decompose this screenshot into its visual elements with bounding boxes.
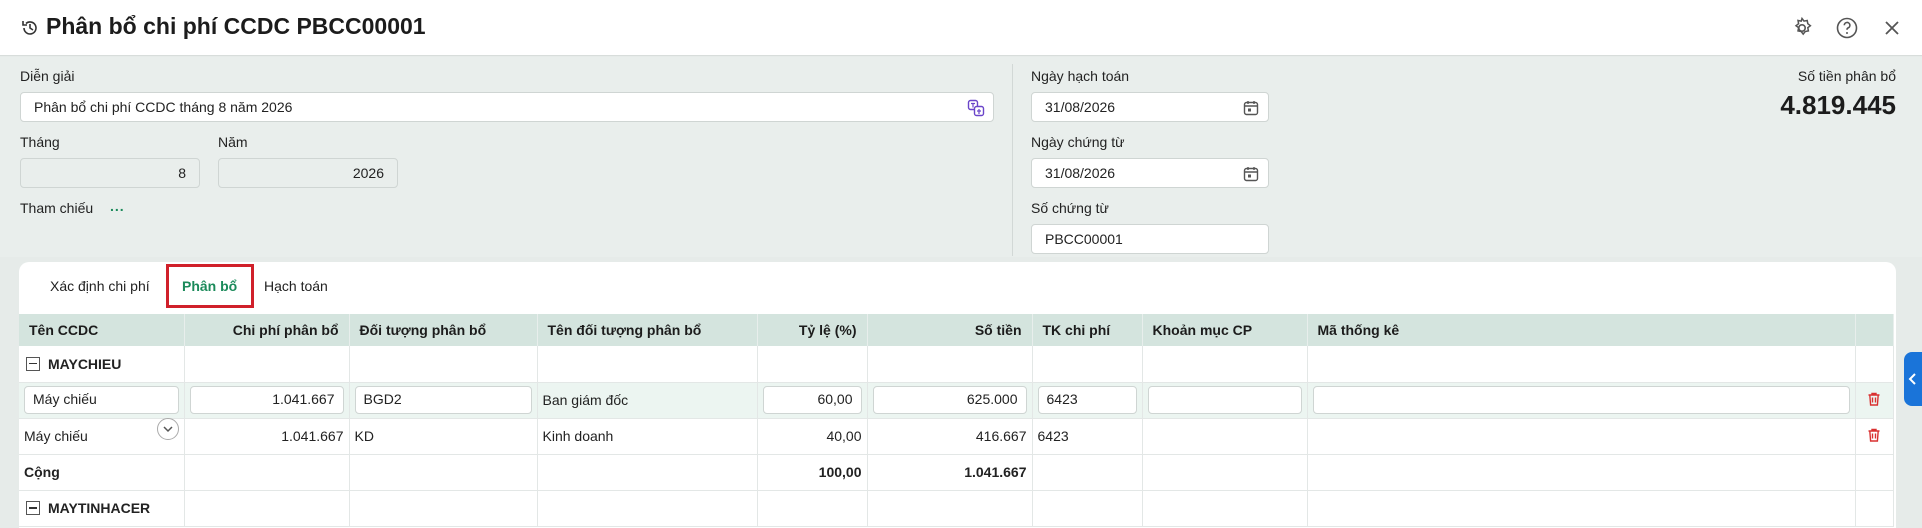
collapse-icon[interactable] <box>26 356 40 371</box>
col-header-actions <box>1855 314 1894 346</box>
posting-date-label: Ngày hạch toán <box>1031 68 1130 84</box>
col-header-allocation-object[interactable]: Đối tượng phân bổ <box>349 314 538 346</box>
side-panel-toggle[interactable] <box>1904 352 1922 406</box>
year-label: Năm <box>218 134 248 150</box>
col-header-object-name[interactable]: Tên đối tượng phân bổ <box>537 314 758 346</box>
tool-name-input[interactable]: Máy chiếu <box>24 386 179 414</box>
col-header-stat-code[interactable]: Mã thống kê <box>1307 314 1856 346</box>
voucher-no-label: Số chứng từ <box>1031 200 1109 216</box>
calendar-icon[interactable] <box>1242 99 1260 117</box>
history-icon <box>22 21 37 35</box>
group-name: MAYCHIEU <box>48 355 122 372</box>
group-row: MAYCHIEU <box>19 346 1894 383</box>
col-header-cost-item[interactable]: Khoản mục CP <box>1142 314 1308 346</box>
reference-label: Tham chiếu <box>20 200 94 216</box>
allocation-panel: Xác định chi phí Phân bổ Hạch toán Tên C… <box>19 262 1896 528</box>
amount-cell: 416.667 <box>867 418 1033 455</box>
help-icon[interactable] <box>1835 16 1859 40</box>
row-dropdown-toggle[interactable] <box>157 418 179 440</box>
year-value: 2026 <box>352 165 384 181</box>
month-value: 8 <box>178 165 186 181</box>
col-header-expense-account[interactable]: TK chi phí <box>1032 314 1143 346</box>
tab-accounting[interactable]: Hạch toán <box>264 278 328 294</box>
allocation-object-input[interactable]: BGD2 <box>354 386 532 414</box>
group-cell: MAYTINHACER <box>19 490 185 527</box>
stat-code-cell <box>1307 418 1856 455</box>
tab-bar: Xác định chi phí Phân bổ Hạch toán <box>19 262 1896 314</box>
close-icon[interactable] <box>1880 16 1904 40</box>
description-value: Phân bổ chi phí CCDC tháng 8 năm 2026 <box>34 99 293 115</box>
expense-account-cell: 6423 <box>1032 418 1143 455</box>
collapse-icon[interactable] <box>26 501 40 515</box>
allocation-table: Tên CCDC Chi phí phân bổ Đối tượng phân … <box>19 314 1894 527</box>
voucher-form <box>0 57 1922 257</box>
table-header-row: Tên CCDC Chi phí phân bổ Đối tượng phân … <box>19 314 1894 346</box>
rate-input[interactable]: 60,00 <box>762 386 862 414</box>
chevron-left-icon <box>1908 373 1916 385</box>
amount-input[interactable]: 625.000 <box>872 386 1027 414</box>
group-name: MAYTINHACER <box>48 500 151 516</box>
col-header-rate[interactable]: Tỷ lệ (%) <box>757 314 868 346</box>
year-input[interactable]: 2026 <box>218 158 398 188</box>
reference-link[interactable]: ... <box>110 198 125 214</box>
tab-expense-determination[interactable]: Xác định chi phí <box>50 278 150 294</box>
stat-code-input[interactable] <box>1312 386 1850 414</box>
month-label: Tháng <box>20 134 60 150</box>
chevron-down-icon <box>163 426 173 433</box>
allocation-object-cell: KD <box>349 418 538 455</box>
total-rate: 100,00 <box>757 454 868 491</box>
description-input[interactable]: Phân bổ chi phí CCDC tháng 8 năm 2026 <box>20 92 994 122</box>
title-bar: Phân bổ chi phí CCDC PBCC00001 <box>0 0 1922 56</box>
gear-icon[interactable] <box>1790 16 1814 40</box>
month-input[interactable]: 8 <box>20 158 200 188</box>
col-header-amount[interactable]: Số tiền <box>867 314 1033 346</box>
object-name-cell: Kinh doanh <box>537 418 758 455</box>
voucher-date-input[interactable]: 31/08/2026 <box>1031 158 1269 188</box>
cost-item-cell <box>1142 418 1308 455</box>
page-title: Phân bổ chi phí CCDC PBCC00001 <box>46 13 426 39</box>
total-label: Cộng <box>19 454 185 491</box>
calendar-icon[interactable] <box>1242 165 1260 183</box>
allocated-amount-value: 4.819.445 <box>1780 90 1896 120</box>
total-row: Cộng 100,00 1.041.667 <box>19 454 1894 491</box>
trash-icon[interactable] <box>1866 427 1882 443</box>
allocation-cost-input[interactable]: 1.041.667 <box>189 386 344 414</box>
expense-account-input[interactable]: 6423 <box>1037 386 1137 414</box>
translate-icon[interactable] <box>967 99 985 117</box>
allocated-amount-label: Số tiền phân bổ <box>1797 68 1896 84</box>
cost-item-input[interactable] <box>1147 386 1302 414</box>
description-label: Diễn giải <box>20 68 75 84</box>
table-row[interactable]: Máy chiếu 1.041.667 KD Kinh doanh 40,00 … <box>19 418 1894 455</box>
allocation-cost-cell: 1.041.667 <box>184 418 350 455</box>
voucher-date-value: 31/08/2026 <box>1045 165 1116 181</box>
voucher-date-label: Ngày chứng từ <box>1031 134 1125 150</box>
rate-cell: 40,00 <box>757 418 868 455</box>
group-row: MAYTINHACER <box>19 490 1894 527</box>
posting-date-input[interactable]: 31/08/2026 <box>1031 92 1269 122</box>
col-header-tool-name[interactable]: Tên CCDC <box>19 314 185 346</box>
group-cell: MAYCHIEU <box>19 346 185 383</box>
total-amount: 1.041.667 <box>867 454 1033 491</box>
col-header-allocation-cost[interactable]: Chi phí phân bổ <box>184 314 350 346</box>
trash-icon[interactable] <box>1866 391 1882 407</box>
form-divider <box>1012 64 1013 256</box>
posting-date-value: 31/08/2026 <box>1045 99 1116 115</box>
table-row[interactable]: Máy chiếu 1.041.667 BGD2 Ban giám đốc 60… <box>19 382 1894 419</box>
object-name-cell: Ban giám đốc <box>537 382 758 419</box>
tab-highlight-box <box>166 264 254 308</box>
voucher-no-value: PBCC00001 <box>1045 231 1123 247</box>
voucher-no-input[interactable]: PBCC00001 <box>1031 224 1269 254</box>
